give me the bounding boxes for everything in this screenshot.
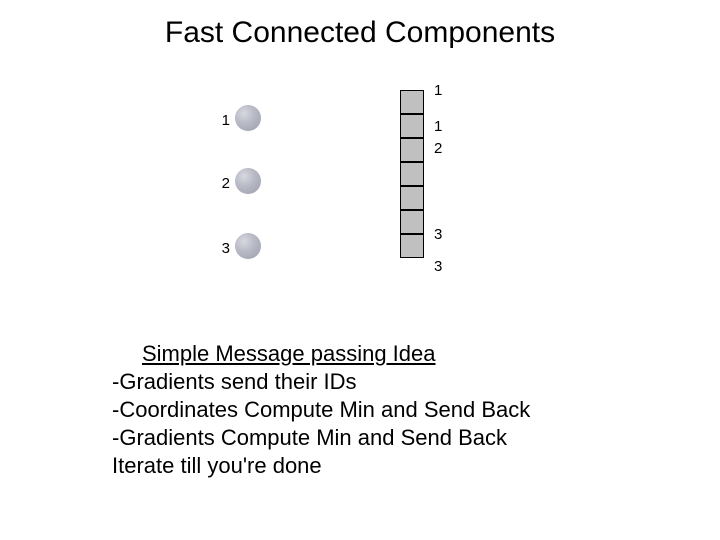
- notes-line-2: -Coordinates Compute Min and Send Back: [112, 396, 530, 424]
- notes-block: Simple Message passing Idea -Gradients s…: [112, 340, 530, 480]
- dot-2: [235, 168, 261, 194]
- cell-label-below: 3: [434, 258, 454, 275]
- cell-label-top: 1: [434, 82, 454, 99]
- cell-4: [400, 162, 424, 186]
- cell-label-sixth: 3: [434, 226, 454, 243]
- cell-label-third: 2: [434, 140, 454, 157]
- cell-3: [400, 138, 424, 162]
- cell-label-second: 1: [434, 118, 454, 135]
- dot-1: [235, 105, 261, 131]
- cell-6: [400, 210, 424, 234]
- cell-1: [400, 90, 424, 114]
- dot-3: [235, 233, 261, 259]
- cell-7: [400, 234, 424, 258]
- slide-title: Fast Connected Components: [0, 16, 720, 50]
- notes-line-4: Iterate till you're done: [112, 452, 530, 480]
- dot-label-1: 1: [210, 112, 230, 129]
- cell-2: [400, 114, 424, 138]
- notes-line-1: -Gradients send their IDs: [112, 368, 530, 396]
- dot-label-2: 2: [210, 175, 230, 192]
- notes-heading: Simple Message passing Idea: [142, 340, 436, 368]
- dot-label-3: 3: [210, 240, 230, 257]
- cell-5: [400, 186, 424, 210]
- notes-line-3: -Gradients Compute Min and Send Back: [112, 424, 530, 452]
